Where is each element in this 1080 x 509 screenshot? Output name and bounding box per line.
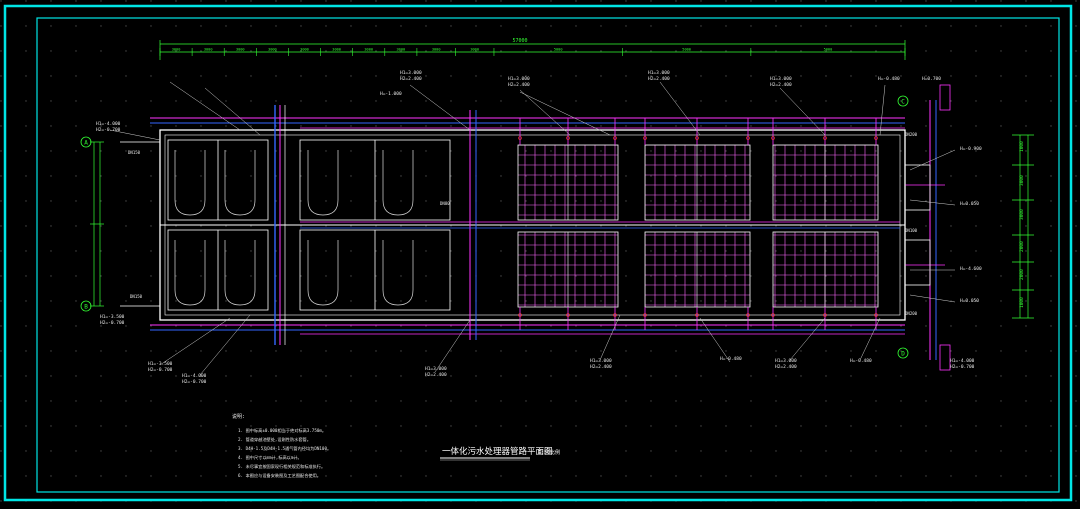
level-label: H2=2.400 — [590, 364, 612, 370]
dim-label: 3000 — [268, 48, 277, 52]
right-dim-2: 3000 — [1019, 175, 1025, 186]
axis-label-d: D — [901, 351, 905, 358]
level-label: H=-0.480 — [850, 358, 872, 364]
note-line: 1. 图中标高±0.000相当于绝对标高3.750m。 — [238, 427, 326, 434]
level-label: H2=-0.700 — [148, 367, 173, 373]
dim-label: 3000 — [364, 48, 373, 52]
level-label: H=0.050 — [960, 298, 979, 304]
pipe-label: DN150 — [128, 150, 141, 155]
level-label: H2=2.400 — [770, 82, 792, 88]
note-line: 5. 未尽事宜按国家现行相关规范和标准执行。 — [238, 463, 325, 470]
pipe-label: DN200 — [905, 132, 918, 137]
level-label: H2=2.400 — [775, 364, 797, 370]
level-label: H2=-0.700 — [950, 364, 975, 370]
level-label: H=-0.900 — [960, 146, 982, 152]
level-label: H2=2.400 — [425, 372, 447, 378]
level-label: H1=-4.000 — [182, 373, 207, 379]
dim-label: 3000 — [172, 48, 181, 52]
level-label: H=-4.600 — [960, 266, 982, 272]
dim-label: 5000 — [554, 48, 563, 52]
right-dim-1: 1000 — [1019, 141, 1025, 152]
axis-label-a: A — [84, 140, 88, 147]
level-label: H1=3.000 — [770, 76, 792, 82]
note-line: 2. 管道穿越池壁处,设刚性防水套管。 — [238, 436, 311, 443]
drawing-title: 一体化污水处理器管路平面图 — [442, 446, 553, 457]
dim-label: 3000 — [397, 48, 406, 52]
level-label: H1=3.000 — [508, 76, 530, 82]
level-label: H=0.050 — [960, 201, 979, 207]
level-label: H1=-3.500 — [148, 361, 173, 367]
dim-label: 5000 — [824, 48, 833, 52]
level-label: H1=3.000 — [590, 358, 612, 364]
level-label: H2=-0.700 — [96, 127, 121, 133]
note-line: 4. 图中尺寸以mm计,标高以m计。 — [238, 454, 302, 461]
dim-label: 3000 — [432, 48, 441, 52]
level-label: H=-0.480 — [720, 356, 742, 362]
level-label: H2=2.400 — [648, 76, 670, 82]
level-label: H1=3.000 — [400, 70, 422, 76]
dim-label: 3000 — [300, 48, 309, 52]
level-label: H2=2.400 — [400, 76, 422, 82]
right-dim-3: 3000 — [1019, 209, 1025, 220]
pipe-label: DN80 — [440, 201, 450, 206]
dim-label: 5000 — [682, 48, 691, 52]
axis-label-c: C — [901, 99, 905, 106]
level-label: H=-0.480 — [878, 76, 900, 82]
level-label: H1=3.000 — [648, 70, 670, 76]
pipe-label: DN100 — [905, 228, 918, 233]
dim-label: 3000 — [236, 48, 245, 52]
dim-label: 3000 — [332, 48, 341, 52]
note-line: 3. D4H-1.5及D4H-1.5通气管内径均为DN100。 — [238, 445, 331, 452]
pipe-label: DN150 — [130, 294, 143, 299]
level-label: H2=-0.700 — [182, 379, 207, 385]
level-label: H2=2.400 — [508, 82, 530, 88]
right-dim-4: 2000 — [1019, 241, 1025, 252]
level-label: H=-1.000 — [380, 91, 402, 97]
level-label: H1=-4.000 — [950, 358, 975, 364]
level-label: H1=-3.500 — [100, 314, 125, 320]
right-dim-6: 1000 — [1019, 297, 1025, 308]
cad-drawing: 3000 3000 3000 3000 3000 3000 3000 3000 3000 3000… — [0, 0, 1080, 509]
overall-dimension: 57000 — [512, 38, 527, 44]
scale-note: 1:50比例 — [538, 449, 560, 456]
level-label: H2=-0.700 — [100, 320, 125, 326]
right-dim-5: 2000 — [1019, 269, 1025, 280]
note-line: 6. 本图应与设备安装图及工艺图配合使用。 — [238, 472, 321, 479]
pipe-label: DN200 — [905, 311, 918, 316]
level-label: H1=3.000 — [775, 358, 797, 364]
axis-label-b: B — [84, 304, 88, 311]
dim-label: 3000 — [204, 48, 213, 52]
notes-heading: 说明: — [232, 413, 245, 420]
level-label: H1=3.000 — [425, 366, 447, 372]
level-label: H1=-4.000 — [96, 121, 121, 127]
dim-label: 3000 — [470, 48, 479, 52]
level-label: H=0.700 — [922, 76, 941, 82]
